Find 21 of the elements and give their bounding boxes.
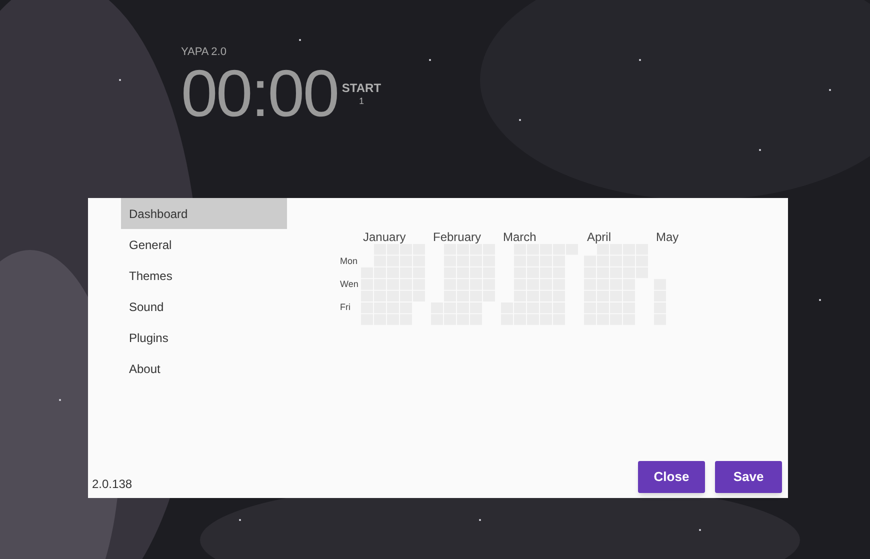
month-label: January	[363, 229, 406, 246]
weekday-label: Fri	[340, 301, 350, 314]
timer-display: 00:00	[181, 60, 338, 124]
start-button[interactable]: START	[342, 81, 382, 95]
sidebar-item[interactable]: Sound	[121, 291, 287, 322]
month-label: March	[503, 229, 536, 246]
weekday-label: Wen	[340, 278, 358, 291]
month-label: April	[587, 229, 612, 246]
app-title: YAPA 2.0	[181, 45, 228, 60]
version-label: 2.0.138	[92, 476, 132, 493]
close-button[interactable]: Close	[638, 461, 705, 493]
session-count: 1	[358, 95, 364, 108]
sidebar-item[interactable]: Dashboard	[121, 198, 287, 229]
month-label: February	[433, 229, 482, 246]
save-button[interactable]: Save	[715, 461, 782, 493]
month-label: May	[656, 229, 679, 246]
sidebar-item[interactable]: General	[121, 229, 287, 260]
weekday-label: Mon	[340, 255, 358, 268]
sidebar-item[interactable]: Themes	[121, 260, 287, 291]
sidebar-item[interactable]: About	[121, 353, 287, 384]
sidebar-item[interactable]: Plugins	[121, 322, 287, 353]
